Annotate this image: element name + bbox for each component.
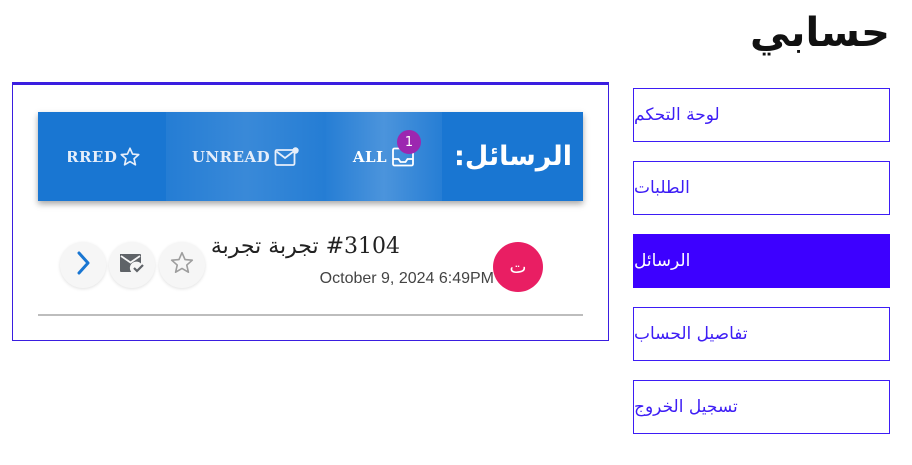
tab-scroll-edge xyxy=(38,112,68,201)
tab-starred-label: RRED xyxy=(66,147,118,166)
account-sidebar: لوحة التحكم الطلبات الرسائل تفاصيل الحسا… xyxy=(633,88,890,453)
sidebar-item-label: تسجيل الخروج xyxy=(634,397,738,417)
sidebar-item-label: لوحة التحكم xyxy=(634,105,720,125)
divider xyxy=(38,314,583,316)
star-outline-icon xyxy=(169,250,195,280)
open-message-button[interactable] xyxy=(60,242,106,288)
sidebar-item-label: تفاصيل الحساب xyxy=(634,324,748,344)
tab-unread[interactable]: UNREAD xyxy=(166,112,326,201)
message-row[interactable]: ت #3104 تجربة تجربة October 9, 2024 6:49… xyxy=(38,230,583,300)
messages-tabbar: RRED UNREAD ALL 1 الرسائل: xyxy=(38,112,583,201)
tab-all-label: ALL xyxy=(352,147,388,166)
mark-read-icon xyxy=(118,251,146,279)
sidebar-item-orders[interactable]: الطلبات xyxy=(633,161,890,215)
sidebar-item-dashboard[interactable]: لوحة التحكم xyxy=(633,88,890,142)
star-button[interactable] xyxy=(159,242,205,288)
messages-panel: RRED UNREAD ALL 1 الرسائل: ت #3104 تجربة… xyxy=(12,82,609,341)
message-date: October 9, 2024 6:49PM xyxy=(319,270,494,287)
tab-all[interactable]: ALL xyxy=(326,112,442,201)
message-subject[interactable]: #3104 تجربة تجربة xyxy=(211,234,400,259)
sidebar-item-messages[interactable]: الرسائل xyxy=(633,234,890,288)
sidebar-item-label: الطلبات xyxy=(634,178,690,198)
star-outline-icon xyxy=(119,146,141,168)
chevron-right-icon xyxy=(73,250,93,280)
tab-starred[interactable]: RRED xyxy=(38,112,166,201)
mail-unread-icon xyxy=(274,146,300,168)
page-title: حسابي xyxy=(749,10,890,56)
sidebar-item-label: الرسائل xyxy=(634,251,691,271)
tab-unread-label: UNREAD xyxy=(191,147,271,166)
mark-read-button[interactable] xyxy=(109,242,155,288)
sidebar-item-account-details[interactable]: تفاصيل الحساب xyxy=(633,307,890,361)
sidebar-item-logout[interactable]: تسجيل الخروج xyxy=(633,380,890,434)
unread-count-badge: 1 xyxy=(397,130,421,154)
messages-heading: الرسائل: xyxy=(454,141,572,172)
avatar: ت xyxy=(493,242,543,292)
